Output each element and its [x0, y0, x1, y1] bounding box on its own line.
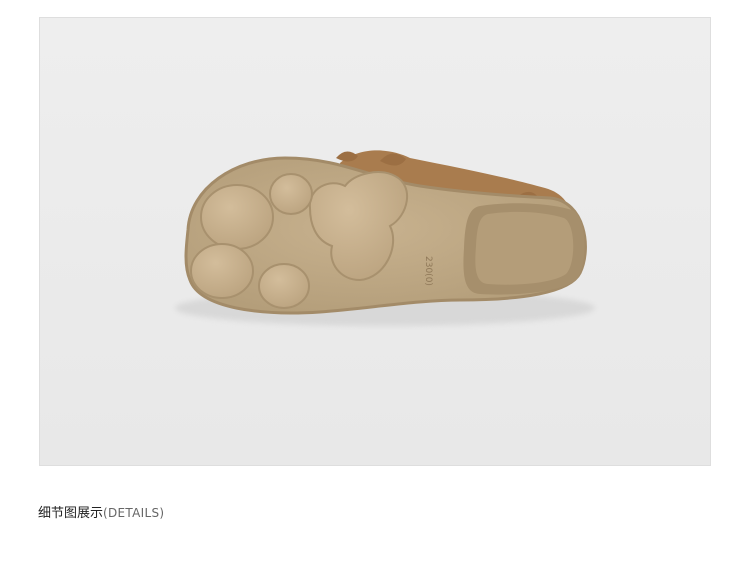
- paw-toe-pad-left: [200, 184, 274, 250]
- paw-toe-pad-top: [269, 173, 313, 215]
- paw-toe-pad-bottom: [258, 263, 310, 309]
- detail-page: 230(0) 细节图展示(DETAILS): [0, 0, 750, 585]
- heel-pad: [475, 211, 574, 285]
- sole-imprint-text: 230(0): [423, 256, 433, 286]
- shoe-sole-image: 230(0): [40, 18, 710, 465]
- section-caption: 细节图展示(DETAILS): [38, 503, 164, 523]
- paw-toe-pad-bottom-left: [190, 243, 254, 299]
- product-detail-photo: 230(0): [39, 17, 711, 466]
- caption-english: (DETAILS): [103, 506, 165, 520]
- caption-chinese: 细节图展示: [38, 506, 104, 521]
